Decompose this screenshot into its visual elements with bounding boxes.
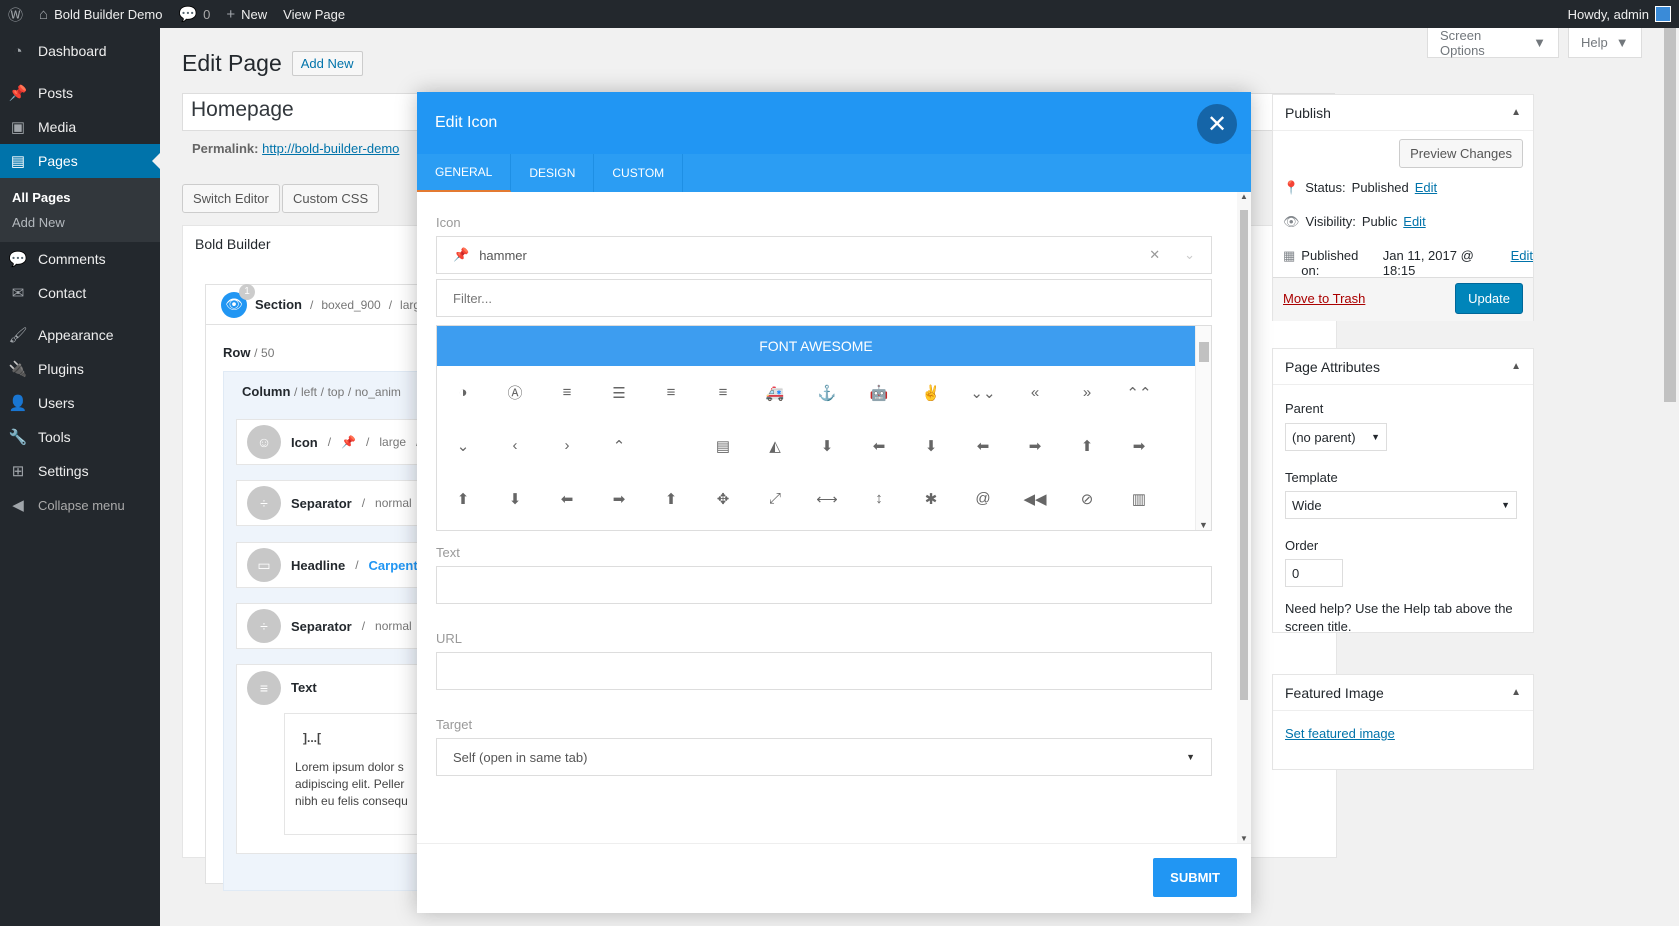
- modal-scrollbar[interactable]: ▲ ▼: [1237, 192, 1251, 843]
- target-label: Target: [436, 717, 473, 732]
- icon-option[interactable]: ➡: [593, 472, 645, 525]
- icon-option[interactable]: ⊘: [1061, 472, 1113, 525]
- url-label: URL: [436, 631, 463, 646]
- icon-option[interactable]: ☰: [593, 366, 645, 419]
- icon-option[interactable]: ≡: [645, 366, 697, 419]
- comment-icon: 💬: [178, 6, 198, 23]
- icon-option[interactable]: ▤: [697, 419, 749, 472]
- icon-option[interactable]: ≡: [541, 366, 593, 419]
- icon-option[interactable]: ◑: [437, 366, 489, 419]
- home-icon: ⌂: [39, 5, 49, 23]
- icon-picker: FONT AWESOME ◑ Ⓐ ≡ ☰ ≡ ≡ 🚑 ⚓ 🤖 ✌ ⌄⌄ «» ⌃⌃ ⌄ ‹ › ⌃ ▤ ◭ ⬇ ⬅ ⬇ ⬅ ➡…: [436, 325, 1212, 531]
- icon-option[interactable]: ⌃: [593, 419, 645, 472]
- icon-option[interactable]: @: [957, 472, 1009, 525]
- modal-title: Edit Icon: [435, 114, 498, 131]
- modal-body: Icon 📌 hammer ✕ ⌄ Filter... FONT AWESOME…: [417, 192, 1251, 843]
- icon-option[interactable]: ◭: [749, 419, 801, 472]
- icon-grid: ◑ Ⓐ ≡ ☰ ≡ ≡ 🚑 ⚓ 🤖 ✌ ⌄⌄ «» ⌃⌃ ⌄ ‹ › ⌃ ▤ ◭ ⬇ ⬅ ⬇ ⬅ ➡ ⬆ ➡ ⬆ ⬇ ⬅ ➡ ⬆ ✥ ⤢ ⟷ ↕ ✱ @…: [437, 366, 1195, 525]
- font-awesome-header: FONT AWESOME: [437, 326, 1195, 366]
- tab-design[interactable]: DESIGN: [511, 154, 595, 192]
- icon-option[interactable]: ⬆: [437, 472, 489, 525]
- scrollbar-thumb[interactable]: [1240, 210, 1248, 700]
- icon-option[interactable]: ⟷: [801, 472, 853, 525]
- page-scrollbar[interactable]: [1661, 28, 1679, 926]
- admin-bar: Ⓦ ⌂ Bold Builder Demo 💬 0 + New View Page H…: [0, 0, 1679, 28]
- scrollbar-thumb[interactable]: [1664, 28, 1676, 402]
- icon-filter-input[interactable]: Filter...: [436, 279, 1212, 317]
- scrollbar-thumb[interactable]: [1199, 342, 1209, 362]
- icon-option[interactable]: ➡: [1113, 419, 1165, 472]
- icon-option[interactable]: ▥: [1113, 472, 1165, 525]
- icon-option[interactable]: ⬅: [853, 419, 905, 472]
- icon-option[interactable]: ✥: [697, 472, 749, 525]
- wp-logo-icon[interactable]: Ⓦ: [0, 0, 31, 28]
- icon-option[interactable]: ⤢: [749, 472, 801, 525]
- comments-link[interactable]: 💬 0: [170, 0, 218, 28]
- icon-option[interactable]: ⬅: [541, 472, 593, 525]
- text-input[interactable]: [436, 566, 1212, 604]
- icon-option[interactable]: ⬅: [957, 419, 1009, 472]
- icon-option[interactable]: 🤖: [853, 366, 905, 419]
- submit-button[interactable]: SUBMIT: [1153, 858, 1237, 897]
- icon-picker-scrollbar[interactable]: ▼: [1195, 326, 1211, 530]
- tab-general[interactable]: GENERAL: [417, 154, 512, 192]
- plus-icon: +: [226, 5, 236, 23]
- icon-label: Icon: [436, 215, 461, 230]
- account-menu[interactable]: Howdy, admin: [1560, 0, 1679, 28]
- icon-option[interactable]: ‹: [489, 419, 541, 472]
- icon-option[interactable]: ⬇: [489, 472, 541, 525]
- icon-option[interactable]: «: [1009, 366, 1061, 419]
- view-page-link[interactable]: View Page: [275, 0, 353, 28]
- icon-option[interactable]: ⌄⌄: [957, 366, 1009, 419]
- thumbtack-icon: 📌: [453, 247, 470, 262]
- modal-header: Edit Icon ✕: [417, 92, 1251, 154]
- icon-option[interactable]: ⬆: [1061, 419, 1113, 472]
- scroll-down-icon[interactable]: ▼: [1199, 520, 1208, 530]
- icon-select[interactable]: 📌 hammer ✕ ⌄: [436, 236, 1212, 274]
- icon-option[interactable]: Ⓐ: [489, 366, 541, 419]
- tab-custom[interactable]: CUSTOM: [594, 154, 684, 192]
- icon-option[interactable]: »: [1061, 366, 1113, 419]
- icon-option[interactable]: ✱: [905, 472, 957, 525]
- icon-option[interactable]: ›: [541, 419, 593, 472]
- close-icon[interactable]: ✕: [1197, 104, 1237, 144]
- icon-option[interactable]: ⌃⌃: [1113, 366, 1165, 419]
- icon-option[interactable]: ⚓: [801, 366, 853, 419]
- modal-footer: SUBMIT: [417, 843, 1251, 913]
- icon-option[interactable]: ⬇: [801, 419, 853, 472]
- icon-option[interactable]: ≡: [697, 366, 749, 419]
- icon-option[interactable]: ➡: [1009, 419, 1061, 472]
- scroll-up-icon[interactable]: ▲: [1240, 192, 1248, 201]
- icon-option[interactable]: ◀◀: [1009, 472, 1061, 525]
- icon-option[interactable]: ⬇: [905, 419, 957, 472]
- text-label: Text: [436, 545, 460, 560]
- site-name-link[interactable]: ⌂ Bold Builder Demo: [31, 0, 170, 28]
- modal-tabs: GENERAL DESIGN CUSTOM: [417, 154, 1251, 192]
- icon-option[interactable]: ↕: [853, 472, 905, 525]
- target-select[interactable]: Self (open in same tab) ▼: [436, 738, 1212, 776]
- clear-icon[interactable]: ✕: [1149, 247, 1160, 263]
- chevron-down-icon[interactable]: ⌄: [1184, 247, 1195, 263]
- avatar: [1655, 6, 1671, 22]
- icon-option[interactable]: ⌄: [437, 419, 489, 472]
- icon-option[interactable]: [645, 419, 697, 472]
- icon-option[interactable]: ⬆: [645, 472, 697, 525]
- new-content-link[interactable]: + New: [218, 0, 275, 28]
- icon-option[interactable]: ✌: [905, 366, 957, 419]
- icon-option[interactable]: 🚑: [749, 366, 801, 419]
- scroll-down-icon[interactable]: ▼: [1240, 834, 1248, 843]
- edit-icon-modal: Edit Icon ✕ GENERAL DESIGN CUSTOM Icon 📌…: [417, 92, 1251, 913]
- url-input[interactable]: [436, 652, 1212, 690]
- caret-down-icon: ▼: [1186, 752, 1195, 762]
